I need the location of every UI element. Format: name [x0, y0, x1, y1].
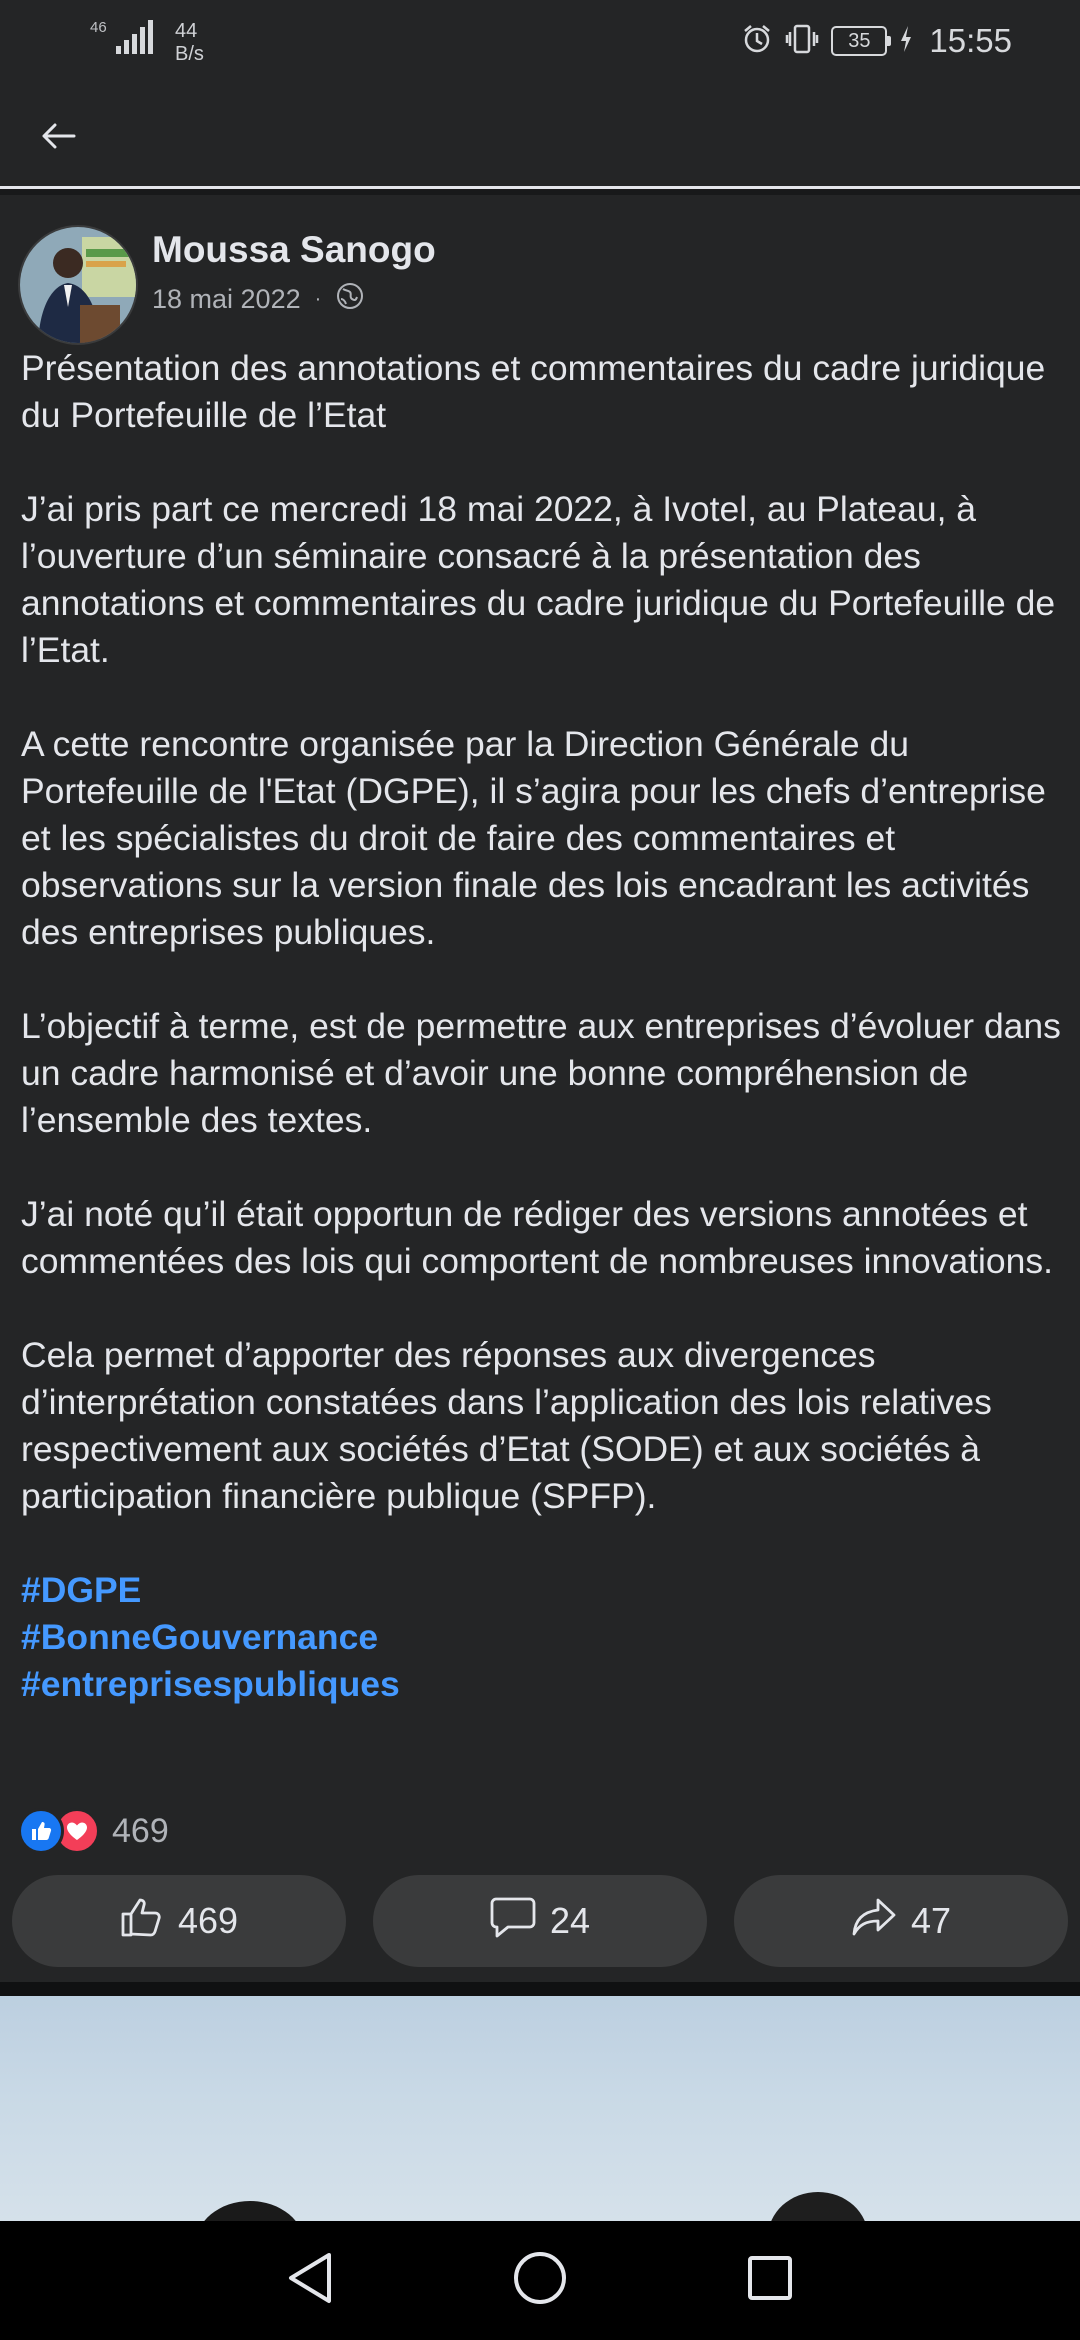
- hashtags: #DGPE #BonneGouvernance #entreprisespubl…: [21, 1567, 1066, 1708]
- share-button[interactable]: 47: [734, 1875, 1068, 1967]
- charging-icon: [899, 25, 913, 58]
- post-actions: 469 24 47: [12, 1875, 1068, 1967]
- hashtag-entreprisespubliques[interactable]: #entreprisespubliques: [21, 1661, 1066, 1708]
- alarm-icon: [741, 23, 773, 60]
- share-arrow-icon: [851, 1897, 897, 1946]
- post-body: Présentation des annotations et commenta…: [21, 345, 1066, 1708]
- meta-separator: ·: [314, 288, 322, 310]
- post-paragraph: Cela permet d’apporter des réponses aux …: [21, 1335, 992, 1516]
- top-navigation: [0, 90, 1080, 186]
- signal-icon: [116, 20, 153, 54]
- comment-button[interactable]: 24: [373, 1875, 707, 1967]
- share-count: 47: [910, 1900, 952, 1941]
- network-speed-value: 44: [175, 20, 198, 42]
- circle-home-icon: [512, 2250, 568, 2311]
- next-post-photo[interactable]: [0, 1996, 1080, 2221]
- post-paragraph: J’ai pris part ce mercredi 18 mai 2022, …: [21, 489, 1056, 670]
- post-date[interactable]: 18 mai 2022: [152, 284, 301, 315]
- nav-back-button[interactable]: [270, 2241, 350, 2321]
- speech-bubble-icon: [490, 1895, 536, 1948]
- back-button[interactable]: [28, 112, 88, 164]
- author-name[interactable]: Moussa Sanogo: [152, 229, 436, 271]
- system-navigation-bar: [0, 2221, 1080, 2340]
- reaction-summary[interactable]: 469: [18, 1808, 169, 1854]
- hashtag-bonnegouvernance[interactable]: #BonneGouvernance: [21, 1614, 1066, 1661]
- post-paragraph: L’objectif à terme, est de permettre aux…: [21, 1006, 1061, 1140]
- comment-count: 24: [549, 1900, 591, 1941]
- post-meta: 18 mai 2022 ·: [152, 281, 365, 318]
- like-button[interactable]: 469: [12, 1875, 346, 1967]
- post-paragraph: Présentation des annotations et commenta…: [21, 348, 1046, 435]
- like-count: 469: [177, 1900, 239, 1941]
- battery-icon: 35: [831, 26, 892, 56]
- avatar[interactable]: [18, 225, 138, 345]
- reaction-count: 469: [112, 1811, 169, 1850]
- network-speed-unit: B/s: [175, 43, 204, 65]
- post-paragraph: A cette rencontre organisée par la Direc…: [21, 724, 1046, 952]
- photo-person: [195, 2201, 305, 2221]
- status-bar: 46 44 B/s 35 15:55: [0, 0, 1080, 90]
- triangle-back-icon: [285, 2251, 335, 2310]
- nav-home-button[interactable]: [500, 2241, 580, 2321]
- feed-separator: [0, 1982, 1080, 1996]
- clock: 15:55: [929, 22, 1012, 59]
- photo-person: [768, 2192, 868, 2221]
- network-speed: 44 B/s: [175, 20, 204, 66]
- like-reaction-icon: [18, 1808, 64, 1854]
- thumbs-up-icon: [120, 1896, 164, 1947]
- globe-icon: [335, 281, 365, 318]
- nav-recents-button[interactable]: [730, 2241, 810, 2321]
- status-left: 46 44 B/s: [90, 20, 204, 66]
- status-right: 35 15:55: [741, 22, 1012, 60]
- vibrate-icon: [785, 23, 819, 60]
- post-card: Moussa Sanogo 18 mai 2022 · Présentation…: [0, 195, 1080, 1980]
- hashtag-dgpe[interactable]: #DGPE: [21, 1567, 1066, 1614]
- square-recents-icon: [746, 2254, 794, 2307]
- arrow-left-icon: [40, 121, 76, 156]
- post-paragraph: J’ai noté qu’il était opportun de rédige…: [21, 1194, 1054, 1281]
- network-type: 46: [90, 19, 107, 36]
